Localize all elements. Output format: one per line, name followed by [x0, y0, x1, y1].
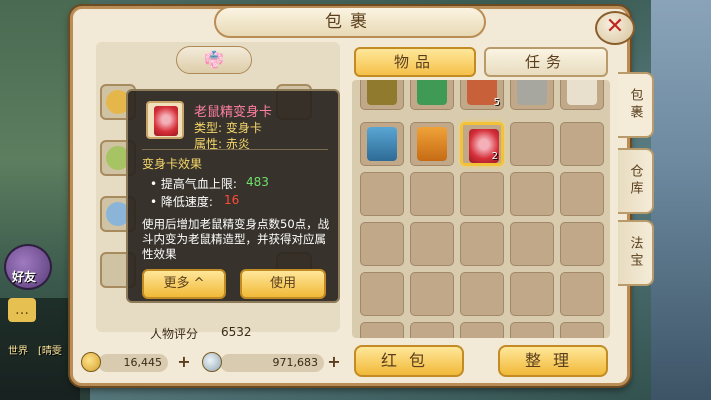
item-tooltip: 老鼠精变身卡 类型: 变身卡 属性: 赤炎 变身卡效果 • 提高气血上限: 48…	[126, 89, 340, 303]
chat-channel: 世界	[8, 346, 28, 357]
grid-slot[interactable]	[510, 222, 554, 266]
grid-slot[interactable]	[460, 172, 504, 216]
grid-slot-selected[interactable]: 2	[460, 122, 504, 166]
grid-slot[interactable]	[510, 322, 554, 338]
scene-right	[651, 0, 711, 400]
window-title: 包裹	[214, 6, 486, 38]
silver-amount: 971,683	[220, 354, 324, 372]
gold-amount: 16,445	[98, 354, 168, 372]
effect1-value: 483	[246, 175, 269, 189]
side-tab-warehouse[interactable]: 仓库	[618, 148, 654, 214]
grid-slot[interactable]	[410, 272, 454, 316]
grid-slot[interactable]	[510, 172, 554, 216]
grid-slot[interactable]: 5	[460, 80, 504, 110]
scroll-icon	[567, 80, 597, 105]
side-tab-bag[interactable]: 包裹	[618, 72, 654, 138]
grid-slot[interactable]	[360, 122, 404, 166]
grid-slot[interactable]	[510, 80, 554, 110]
chat-icon[interactable]: …	[8, 298, 36, 322]
grid-slot[interactable]	[560, 222, 604, 266]
tooltip-divider	[142, 149, 328, 150]
grid-slot[interactable]	[460, 222, 504, 266]
grid-slot[interactable]	[560, 272, 604, 316]
outfit-button[interactable]: 👘	[176, 46, 252, 74]
portrait-card-blue-icon	[367, 127, 397, 161]
rat-transform-card-icon	[154, 106, 178, 136]
silver-bar-icon	[517, 80, 547, 105]
close-button[interactable]: ✕	[595, 11, 635, 45]
grid-slot[interactable]	[510, 272, 554, 316]
item-count: 2	[491, 151, 498, 162]
grid-slot[interactable]	[560, 80, 604, 110]
organize-button[interactable]: 整理	[498, 345, 608, 377]
grid-slot[interactable]	[410, 322, 454, 338]
chat-text: [晴雯	[38, 346, 62, 357]
outfit-icon: 👘	[204, 50, 224, 69]
friend-label: 好友	[12, 270, 37, 284]
effect1-label: • 提高气血上限:	[150, 177, 237, 191]
use-button[interactable]: 使用	[240, 269, 326, 299]
add-silver-button[interactable]: +	[326, 354, 342, 370]
score-label: 人物评分	[150, 327, 199, 341]
grid-slot[interactable]	[560, 172, 604, 216]
tab-items[interactable]: 物品	[354, 47, 476, 77]
green-stone-icon	[417, 80, 447, 105]
grid-slot[interactable]	[560, 322, 604, 338]
tooltip-item-name: 老鼠精变身卡	[194, 105, 273, 120]
grid-slot[interactable]	[360, 322, 404, 338]
gold-coin-icon	[81, 352, 101, 372]
tooltip-item-type: 类型: 变身卡	[194, 121, 262, 135]
silver-coin-icon	[202, 352, 222, 372]
transform-card-icon	[467, 80, 497, 105]
effect2-value: 16	[224, 193, 240, 207]
side-tab-treasure[interactable]: 法宝	[618, 220, 654, 286]
item-grid: 5 2	[352, 80, 610, 338]
item-count: 5	[493, 97, 500, 108]
grid-slot[interactable]	[360, 80, 404, 110]
grid-slot[interactable]	[560, 122, 604, 166]
more-button[interactable]: 更多 ^	[142, 269, 226, 299]
grid-slot[interactable]	[410, 80, 454, 110]
add-gold-button[interactable]: +	[176, 354, 192, 370]
grid-slot[interactable]	[360, 222, 404, 266]
red-packet-button[interactable]: 红包	[354, 345, 464, 377]
grid-slot[interactable]	[360, 172, 404, 216]
grid-slot[interactable]	[410, 222, 454, 266]
portrait-card-orange-icon	[417, 127, 447, 161]
grid-slot[interactable]	[410, 122, 454, 166]
effect2-label: • 降低速度:	[150, 195, 213, 209]
close-icon: ✕	[605, 14, 625, 39]
tooltip-description: 使用后增加老鼠精变身点数50点，战斗内变为老鼠精造型，并获得对应属性效果	[142, 217, 330, 261]
score-value: 6532	[221, 325, 252, 339]
grid-slot[interactable]	[510, 122, 554, 166]
grid-slot[interactable]	[460, 272, 504, 316]
tooltip-item-slot	[146, 101, 184, 139]
tab-tasks[interactable]: 任务	[484, 47, 608, 77]
grid-slot[interactable]	[410, 172, 454, 216]
grid-slot[interactable]	[360, 272, 404, 316]
grid-slot[interactable]	[460, 322, 504, 338]
tooltip-section-title: 变身卡效果	[142, 157, 203, 171]
jade-ornament-icon	[367, 80, 397, 105]
